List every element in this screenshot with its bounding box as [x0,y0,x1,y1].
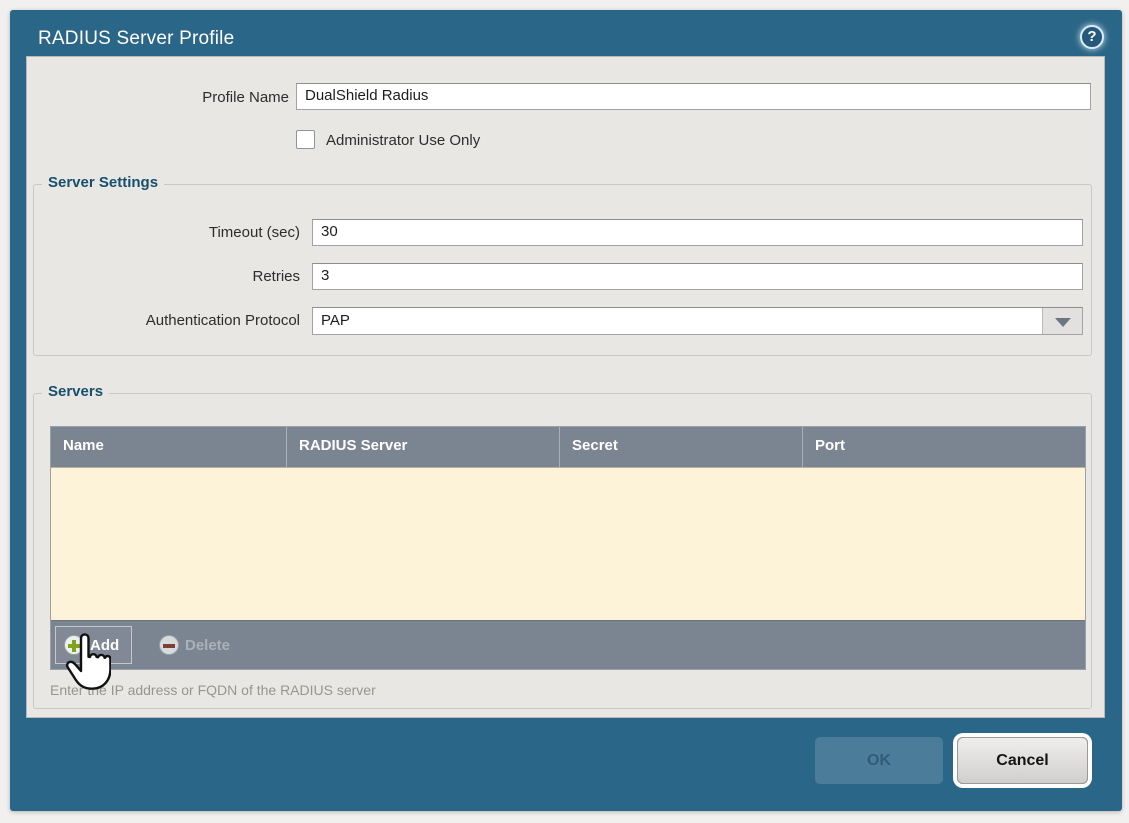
timeout-label: Timeout (sec) [209,224,300,241]
add-button-label: Add [90,637,119,654]
servers-helper-text: Enter the IP address or FQDN of the RADI… [50,682,376,698]
delete-button-label: Delete [185,637,230,654]
dropdown-arrow-button[interactable] [1042,308,1082,334]
server-settings-legend: Server Settings [42,174,164,191]
column-header-secret[interactable]: Secret [559,427,802,467]
page-background: RADIUS Server Profile ? Profile Name Dua… [0,0,1129,823]
delete-minus-icon [159,635,179,655]
dialog-title: RADIUS Server Profile [38,28,234,50]
add-plus-icon [64,635,84,655]
profile-name-label: Profile Name [27,89,289,106]
dialog-content: Profile Name DualShield Radius Administr… [26,56,1105,718]
profile-name-input[interactable]: DualShield Radius [296,83,1091,110]
column-header-radius-server[interactable]: RADIUS Server [286,427,559,467]
administrator-use-only-label: Administrator Use Only [326,132,480,149]
authentication-protocol-label: Authentication Protocol [146,312,300,329]
retries-input[interactable]: 3 [312,263,1083,290]
servers-table: Name RADIUS Server Secret Port Add [50,426,1086,670]
cancel-button[interactable]: Cancel [957,737,1088,784]
servers-table-body-empty[interactable] [51,467,1085,620]
column-header-port[interactable]: Port [802,427,1085,467]
server-settings-fieldset: Server Settings Timeout (sec) 30 Retries… [33,184,1092,356]
retries-label: Retries [252,268,300,285]
servers-fieldset: Servers Name RADIUS Server Secret Port A… [33,393,1092,709]
timeout-input[interactable]: 30 [312,219,1083,246]
ok-button[interactable]: OK [815,737,943,784]
servers-table-header: Name RADIUS Server Secret Port [51,427,1085,467]
column-header-name[interactable]: Name [51,427,286,467]
servers-table-footer: Add Delete [51,620,1085,669]
administrator-use-only-checkbox[interactable] [296,130,315,149]
servers-legend: Servers [42,383,109,400]
authentication-protocol-dropdown[interactable]: PAP [312,307,1083,335]
radius-server-profile-dialog: RADIUS Server Profile ? Profile Name Dua… [10,10,1122,811]
add-button[interactable]: Add [55,626,132,664]
help-icon[interactable]: ? [1080,25,1104,49]
delete-button[interactable]: Delete [151,626,242,664]
chevron-down-icon [1055,318,1071,327]
authentication-protocol-value: PAP [321,312,350,329]
